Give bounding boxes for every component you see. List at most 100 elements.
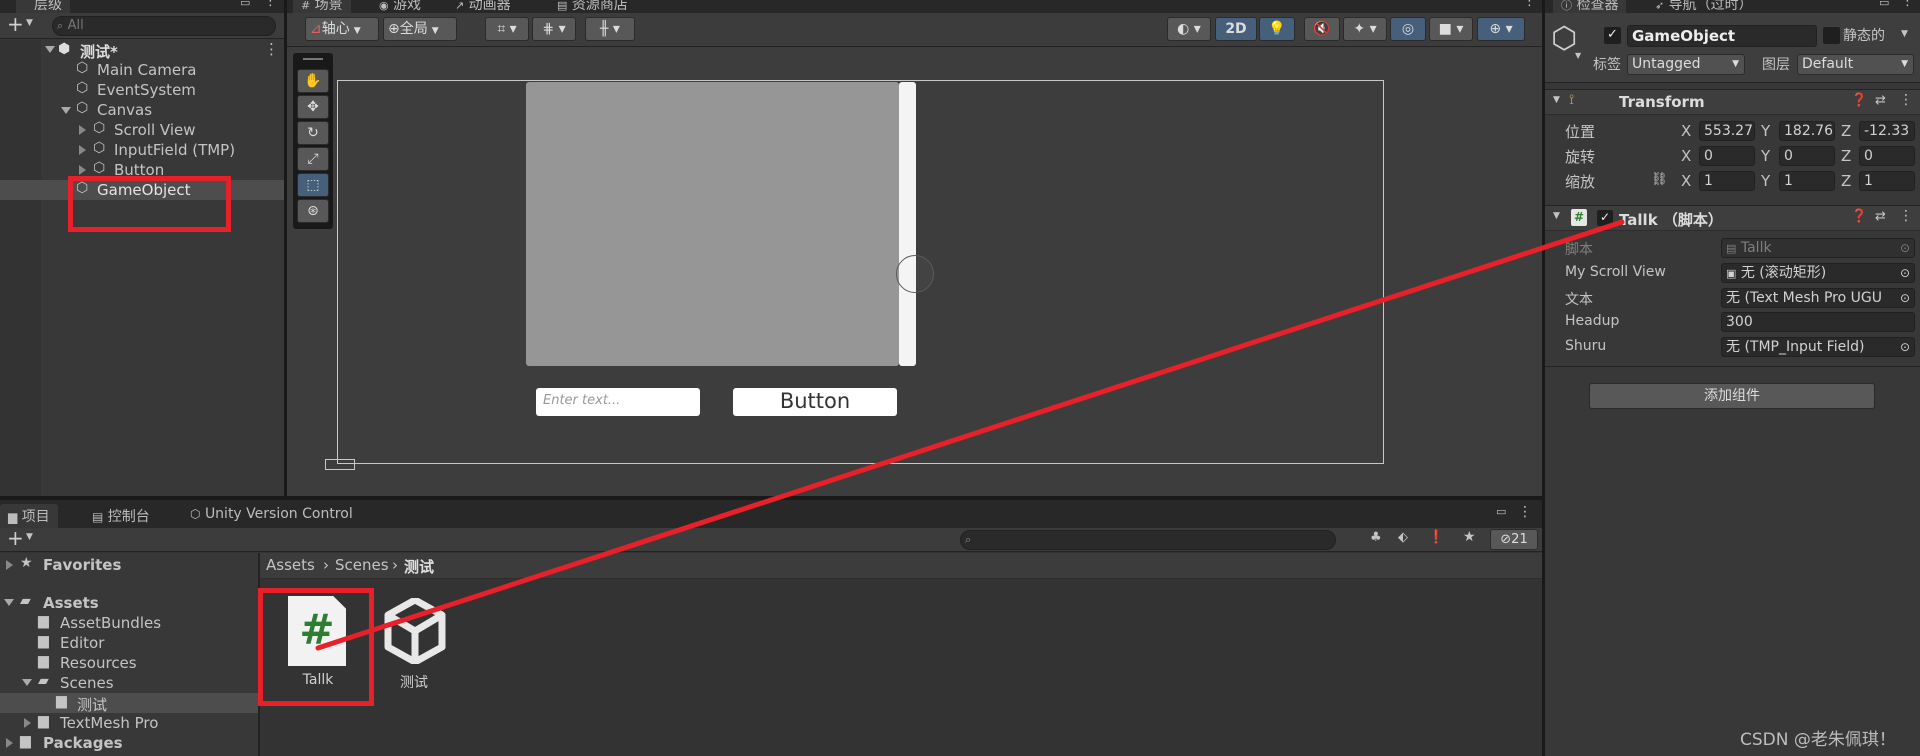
hierarchy-item-scene[interactable]: ⬢ 测试* ⋮ — [0, 40, 284, 61]
tab-asset-store[interactable]: ▤ 资源商店 — [549, 0, 636, 13]
more-menu-icon[interactable]: ⋮ — [1899, 208, 1913, 224]
asset-item-scene[interactable]: 测试 — [378, 596, 450, 692]
expand-arrow-icon[interactable] — [22, 679, 32, 686]
move-tool-button[interactable]: ✥ — [297, 95, 329, 119]
tree-item-favorites[interactable]: ★ Favorites — [0, 555, 258, 575]
tree-item-packages[interactable]: ▆ Packages — [0, 733, 258, 753]
scroll-view-scrollbar[interactable] — [899, 82, 916, 366]
chevron-down-icon[interactable]: ▼ — [26, 532, 33, 542]
canvas-anchor-handle[interactable] — [325, 459, 355, 470]
expand-arrow-icon[interactable] — [61, 107, 71, 114]
position-z-field[interactable]: -12.33 — [1859, 121, 1915, 141]
tab-console[interactable]: ▤ 控制台 — [84, 504, 158, 528]
audio-toggle[interactable]: 🔇 — [1304, 17, 1340, 41]
hand-tool-button[interactable]: ✋ — [297, 69, 329, 93]
collapse-arrow-icon[interactable] — [79, 125, 86, 135]
grid-snap-button[interactable]: ⌗ ▾ — [485, 17, 529, 41]
collapse-arrow-icon[interactable] — [79, 165, 86, 175]
scroll-view-panel[interactable] — [526, 82, 899, 366]
hierarchy-search-input[interactable]: ⌕ All — [52, 16, 276, 36]
add-icon[interactable]: + — [7, 526, 24, 550]
text-field[interactable]: 无 (Text Mesh Pro UGU ⊙ — [1721, 288, 1915, 308]
gizmos-dropdown[interactable]: ⊕ ▾ — [1477, 17, 1525, 41]
collapse-arrow-icon[interactable] — [24, 718, 31, 728]
more-menu-icon[interactable]: ⋮ — [1518, 504, 1532, 520]
help-icon[interactable]: ❓ — [1851, 93, 1867, 108]
object-name-field[interactable]: GameObject — [1627, 25, 1817, 47]
rotation-y-field[interactable]: 0 — [1779, 146, 1835, 166]
effects-dropdown[interactable]: ✦ ▾ — [1343, 17, 1387, 41]
tree-item-test-folder[interactable]: ▆ 测试 — [0, 693, 258, 714]
expand-arrow-icon[interactable] — [45, 46, 55, 53]
more-menu-icon[interactable]: ⋮ — [1901, 0, 1914, 9]
shuru-field[interactable]: 无 (TMP_Input Field) ⊙ — [1721, 337, 1915, 357]
scale-x-field[interactable]: 1 — [1699, 171, 1755, 191]
hierarchy-item-scroll-view[interactable]: ⬡ Scroll View — [0, 120, 284, 140]
layer-dropdown[interactable]: Default ▼ — [1797, 54, 1914, 75]
ruler-button[interactable]: ╫ ▾ — [585, 17, 635, 41]
position-y-field[interactable]: 182.76 — [1779, 121, 1835, 141]
tag-dropdown[interactable]: Untagged ▼ — [1627, 54, 1745, 75]
transform-tool-button[interactable]: ⊛ — [297, 199, 329, 223]
chevron-down-icon[interactable]: ▼ — [1901, 29, 1908, 39]
preset-icon[interactable]: ⇄ — [1875, 209, 1886, 224]
object-picker-icon[interactable]: ⊙ — [1900, 239, 1910, 257]
more-menu-icon[interactable]: ⋮ — [264, 0, 277, 9]
tab-game[interactable]: ◉ 游戏 — [371, 0, 429, 13]
tree-item-resources[interactable]: ▆ Resources — [0, 653, 258, 673]
2d-toggle[interactable]: 2D — [1215, 17, 1257, 41]
chevron-down-icon[interactable]: ▼ — [1553, 95, 1560, 105]
lock-icon[interactable]: ▭ — [240, 0, 250, 9]
add-component-button[interactable]: 添加组件 — [1589, 383, 1875, 409]
rotation-z-field[interactable]: 0 — [1859, 146, 1915, 166]
script-component-header[interactable]: ▼ # ✓ Tallk （脚本） ❓ ⇄ ⋮ — [1545, 205, 1920, 231]
add-icon[interactable]: + — [7, 12, 24, 36]
favorite-star-icon[interactable]: ★ — [1463, 529, 1476, 545]
scale-z-field[interactable]: 1 — [1859, 171, 1915, 191]
tab-project[interactable]: ▆ 项目 — [0, 504, 58, 528]
lock-icon[interactable]: ▭ — [1496, 505, 1506, 518]
tree-item-assets[interactable]: ▰ Assets — [0, 593, 258, 613]
collapse-arrow-icon[interactable] — [6, 560, 13, 570]
more-menu-icon[interactable]: ⋮ — [1523, 0, 1536, 9]
hierarchy-item-main-camera[interactable]: ⬡ Main Camera — [0, 60, 284, 80]
hierarchy-item-canvas[interactable]: ⬡ Canvas — [0, 100, 284, 120]
hidden-objects-toggle[interactable]: ◎ — [1390, 17, 1426, 41]
pivot-dropdown[interactable]: ⊿轴心 ▼ — [305, 17, 379, 41]
collapse-arrow-icon[interactable] — [79, 145, 86, 155]
scale-tool-button[interactable]: ⤢ — [297, 147, 329, 171]
chevron-down-icon[interactable]: ▼ — [1575, 51, 1581, 60]
shading-mode-dropdown[interactable]: ◐ ▾ — [1167, 17, 1211, 41]
tab-navigation[interactable]: ➶ 导航（过时） — [1647, 0, 1761, 13]
object-picker-icon[interactable]: ⊙ — [1900, 338, 1910, 356]
expand-arrow-icon[interactable] — [4, 599, 14, 606]
tree-item-textmesh-pro[interactable]: ▆ TextMesh Pro — [0, 713, 258, 733]
object-picker-icon[interactable]: ⊙ — [1900, 289, 1910, 307]
constrain-proportions-icon[interactable]: ⛓ — [1651, 172, 1668, 187]
tab-hierarchy[interactable]: 层级 — [16, 0, 70, 13]
tree-item-editor[interactable]: ▆ Editor — [0, 633, 258, 653]
palette-handle[interactable] — [303, 58, 323, 60]
canvas-input-field[interactable]: Enter text... — [536, 388, 700, 416]
chevron-down-icon[interactable]: ▼ — [1553, 211, 1560, 221]
lock-icon[interactable]: ▭ — [1879, 0, 1889, 9]
rect-pivot-handle[interactable] — [896, 255, 934, 293]
tab-version-control[interactable]: ⬡ Unity Version Control — [182, 504, 361, 528]
rotate-tool-button[interactable]: ↻ — [297, 121, 329, 145]
gameobject-large-icon[interactable]: ⬡ — [1551, 21, 1577, 56]
scale-y-field[interactable]: 1 — [1779, 171, 1835, 191]
search-by-log-icon[interactable]: ❗ — [1428, 530, 1444, 545]
headup-field[interactable]: 300 — [1721, 312, 1915, 332]
rotation-x-field[interactable]: 0 — [1699, 146, 1755, 166]
hierarchy-item-inputfield[interactable]: ⬡ InputField (TMP) — [0, 140, 284, 160]
my-scroll-view-field[interactable]: ▣ 无 (滚动矩形) ⊙ — [1721, 263, 1915, 283]
tab-inspector[interactable]: ⓘ 检查器 — [1553, 0, 1627, 13]
lighting-toggle[interactable]: 💡 — [1259, 17, 1295, 41]
breadcrumb-assets[interactable]: Assets — [266, 556, 315, 574]
tree-item-scenes[interactable]: ▰ Scenes — [0, 673, 258, 693]
search-by-type-icon[interactable]: ♣ — [1370, 530, 1382, 545]
collapse-arrow-icon[interactable] — [6, 738, 13, 748]
search-by-label-icon[interactable]: ⬖ — [1398, 530, 1408, 545]
tree-item-assetbundles[interactable]: ▆ AssetBundles — [0, 613, 258, 633]
camera-dropdown[interactable]: ■ ▾ — [1429, 17, 1473, 41]
